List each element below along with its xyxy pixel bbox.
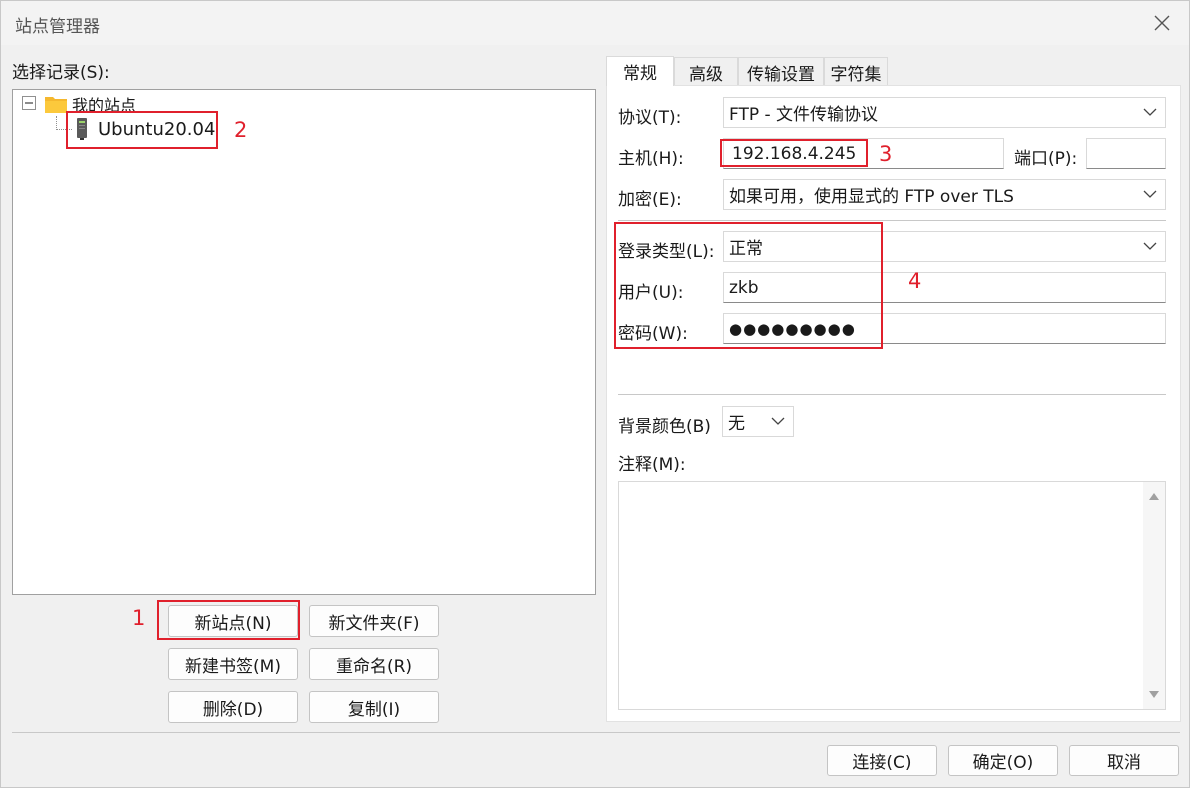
copy-button[interactable]: 复制(I) [309, 691, 439, 723]
chevron-down-icon [771, 417, 785, 425]
encryption-select[interactable]: 如果可用，使用显式的 FTP over TLS [723, 179, 1166, 210]
delete-button[interactable]: 删除(D) [168, 691, 298, 723]
scroll-up-icon[interactable] [1149, 492, 1159, 500]
port-input[interactable] [1086, 138, 1166, 169]
tab-advanced[interactable]: 高级 [674, 57, 738, 86]
bg-color-select[interactable]: 无 [722, 406, 794, 437]
scroll-down-icon[interactable] [1149, 691, 1159, 699]
site-manager-window: 站点管理器 选择记录(S): 我的站点 Ubuntu20.04 新站点(N) 新… [0, 0, 1190, 788]
notes-label: 注释(M): [618, 455, 686, 475]
chevron-down-icon [1143, 108, 1157, 116]
cancel-button[interactable]: 取消 [1069, 745, 1179, 776]
new-folder-button[interactable]: 新文件夹(F) [309, 605, 439, 637]
chevron-down-icon [1143, 190, 1157, 198]
close-button[interactable] [1145, 7, 1179, 39]
connect-button[interactable]: 连接(C) [827, 745, 937, 776]
encryption-label: 加密(E): [618, 190, 682, 210]
bg-color-value: 无 [728, 414, 745, 434]
footer-separator [12, 732, 1180, 733]
new-bookmark-button[interactable]: 新建书签(M) [168, 648, 298, 680]
notes-textarea[interactable] [618, 481, 1166, 710]
tab-transfer-settings[interactable]: 传输设置 [738, 57, 824, 86]
window-title: 站点管理器 [15, 17, 100, 37]
annotation-box-2 [66, 111, 218, 149]
annotation-number-4: 4 [908, 269, 922, 293]
host-label: 主机(H): [618, 149, 684, 169]
protocol-label: 协议(T): [618, 108, 682, 128]
annotation-number-3: 3 [879, 142, 893, 166]
chevron-down-icon [1143, 242, 1157, 250]
select-entry-label: 选择记录(S): [12, 63, 110, 83]
tab-charset[interactable]: 字符集 [824, 57, 888, 86]
notes-scrollbar[interactable] [1143, 482, 1165, 709]
annotation-box-4 [614, 222, 883, 349]
protocol-value: FTP - 文件传输协议 [729, 105, 879, 125]
rename-button[interactable]: 重命名(R) [309, 648, 439, 680]
port-label: 端口(P): [1014, 149, 1078, 169]
protocol-select[interactable]: FTP - 文件传输协议 [723, 97, 1166, 128]
separator [618, 220, 1166, 221]
collapse-icon[interactable] [22, 96, 36, 110]
tab-general[interactable]: 常规 [606, 56, 674, 86]
separator [618, 394, 1166, 395]
title-bar: 站点管理器 [1, 1, 1189, 45]
close-icon [1154, 15, 1170, 31]
ok-button[interactable]: 确定(O) [948, 745, 1058, 776]
folder-icon [45, 97, 67, 113]
annotation-box-1 [157, 600, 300, 640]
site-tree[interactable]: 我的站点 Ubuntu20.04 [12, 89, 596, 595]
annotation-number-2: 2 [234, 118, 248, 142]
annotation-box-3 [720, 139, 868, 167]
bg-color-label: 背景颜色(B) [618, 417, 711, 437]
encryption-value: 如果可用，使用显式的 FTP over TLS [729, 187, 1014, 207]
annotation-number-1: 1 [132, 606, 146, 630]
